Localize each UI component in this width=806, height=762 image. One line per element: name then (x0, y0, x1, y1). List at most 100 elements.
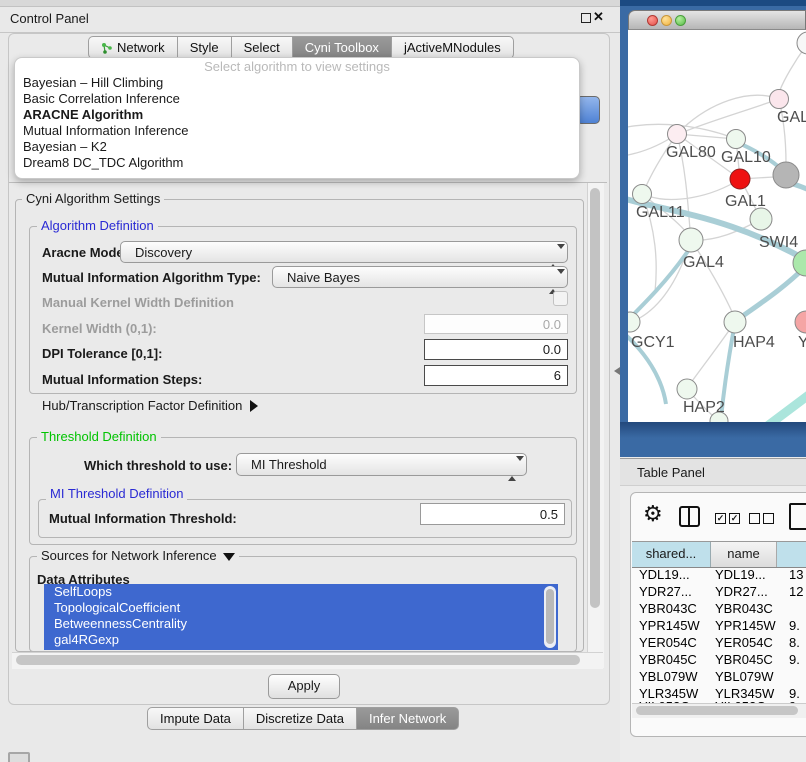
table-row[interactable]: YBL079WYBL079W (632, 668, 806, 685)
tab-infer-network[interactable]: Infer Network (356, 707, 459, 730)
tab-cyni-toolbox[interactable]: Cyni Toolbox (292, 36, 392, 59)
network-graph: GAL GAL80 GAL10 GAL1 GAL11 GAL4 SWI4 GCY… (628, 30, 806, 422)
settings-vscroll-thumb[interactable] (590, 188, 600, 608)
kernel-width-field[interactable]: 0.0 (424, 314, 568, 334)
data-attributes-list[interactable]: SelfLoops TopologicalCoefficient Between… (44, 584, 558, 650)
algorithm-option[interactable]: Bayesian – Hill Climbing (15, 75, 579, 91)
tab-impute-data[interactable]: Impute Data (147, 707, 244, 730)
screen: Control Panel ✕ Network Style Select Cyn… (0, 0, 806, 762)
close-traffic-light[interactable] (647, 15, 658, 26)
unchecked-columns-icon[interactable] (749, 513, 774, 524)
node-gal-partial[interactable] (770, 90, 789, 109)
node-hap4[interactable] (724, 311, 746, 333)
float-panel-icon[interactable] (581, 13, 591, 23)
table-panel-title: Table Panel (620, 458, 806, 486)
tab-discretize-data[interactable]: Discretize Data (243, 707, 357, 730)
node-gal1[interactable] (730, 169, 750, 189)
column-header-name[interactable]: name (711, 542, 777, 567)
column-header-shared-name[interactable]: shared... (632, 542, 711, 567)
panel-divider (9, 182, 607, 183)
node-top-right-partial[interactable] (797, 32, 806, 54)
algorithm-option[interactable]: Dream8 DC_TDC Algorithm (15, 155, 579, 171)
column-header-partial[interactable] (777, 542, 806, 567)
control-panel-titlebar: Control Panel (0, 7, 620, 33)
dpi-tolerance-label: DPI Tolerance [0,1]: (42, 346, 162, 361)
zoom-traffic-light[interactable] (675, 15, 686, 26)
mi-steps-field[interactable]: 6 (424, 365, 568, 386)
algorithm-placeholder: Select algorithm to view settings (15, 58, 579, 75)
stepper-icon (549, 271, 558, 293)
table-hscroll-thumb[interactable] (636, 706, 798, 715)
apply-button[interactable]: Apply (268, 674, 340, 699)
split-pane-icon[interactable] (679, 506, 700, 527)
node-gray[interactable] (773, 162, 799, 188)
gear-icon[interactable]: ⚙ (643, 501, 663, 527)
checked-columns-icon[interactable]: ✓✓ (715, 513, 740, 524)
table-row[interactable]: YER054CYER054C8. (632, 634, 806, 651)
tab-style[interactable]: Style (177, 36, 232, 59)
network-canvas[interactable]: GAL GAL80 GAL10 GAL1 GAL11 GAL4 SWI4 GCY… (628, 30, 806, 422)
collapsed-panel-icon[interactable] (8, 752, 30, 762)
attribute-item[interactable]: gal4RGexp (44, 632, 558, 648)
settings-hscroll-thumb[interactable] (16, 655, 580, 665)
network-edge-cyan (766, 382, 806, 422)
table-hscrollbar[interactable] (632, 703, 806, 718)
node-pink-right[interactable] (795, 311, 806, 333)
sources-toggle[interactable]: Sources for Network Inference (37, 549, 239, 563)
attribute-list-scroll-thumb[interactable] (546, 589, 554, 644)
network-window-titlebar[interactable] (628, 10, 806, 30)
table-row[interactable]: YBR045CYBR045C9. (632, 651, 806, 668)
table-row[interactable]: YPR145WYPR145W9. (632, 617, 806, 634)
mi-threshold-definition-title: MI Threshold Definition (46, 487, 187, 501)
control-panel-tabs: Network Style Select Cyni Toolbox jActiv… (88, 36, 514, 59)
node-hap2[interactable] (677, 379, 697, 399)
algorithm-option[interactable]: Mutual Information Inference (15, 123, 579, 139)
node-label: HAP4 (733, 334, 775, 351)
document-icon[interactable] (789, 503, 806, 530)
stepper-icon (549, 246, 558, 268)
algorithm-option-aracne[interactable]: ARACNE Algorithm (15, 107, 579, 123)
node-gal80[interactable] (668, 125, 687, 144)
algorithm-definition-title: Algorithm Definition (37, 219, 158, 233)
manual-kernel-width-checkbox[interactable] (553, 291, 568, 306)
close-icon[interactable]: ✕ (593, 9, 604, 25)
expand-arrow-icon[interactable] (250, 400, 258, 412)
network-icon (101, 42, 113, 54)
node-gcy1[interactable] (628, 312, 640, 332)
table-row[interactable]: YDR27...YDR27...12 (632, 583, 806, 600)
collapse-arrow-icon[interactable] (223, 553, 235, 561)
node-gal10[interactable] (727, 130, 746, 149)
node-label: GAL10 (721, 149, 771, 166)
attribute-item[interactable]: TopologicalCoefficient (44, 600, 558, 616)
aracne-mode-select[interactable]: Discovery (120, 241, 568, 263)
algorithm-dropdown-popup: Select algorithm to view settings Bayesi… (14, 57, 580, 179)
mi-threshold-field[interactable]: 0.5 (420, 503, 565, 525)
tab-jactivemnodules[interactable]: jActiveMNodules (391, 36, 514, 59)
attribute-item[interactable]: SelfLoops (44, 584, 558, 600)
network-nodes[interactable] (628, 32, 806, 422)
algorithm-option[interactable]: Bayesian – K2 (15, 139, 579, 155)
threshold-definition-title: Threshold Definition (37, 430, 161, 444)
mi-steps-label: Mutual Information Steps: (42, 372, 202, 387)
table-row[interactable]: YDL19...YDL19...13 (632, 566, 806, 583)
node-gal11[interactable] (633, 185, 652, 204)
kernel-width-label: Kernel Width (0,1): (42, 321, 157, 336)
aracne-mode-label: Aracne Mode: (42, 245, 128, 260)
window-shadow (620, 422, 806, 438)
table-panel-container: ⚙ ✓✓ shared... name YDL19...YDL19...13 Y… (630, 492, 806, 737)
which-threshold-select[interactable]: MI Threshold (236, 453, 527, 476)
attribute-item[interactable]: BetweennessCentrality (44, 616, 558, 632)
table-row[interactable]: YBR043CYBR043C (632, 600, 806, 617)
hub-definition-toggle[interactable]: Hub/Transcription Factor Definition (42, 398, 258, 413)
control-panel-title: Control Panel (10, 11, 89, 26)
mi-algorithm-type-select[interactable]: Naive Bayes (272, 266, 568, 288)
tab-select[interactable]: Select (231, 36, 293, 59)
node-label: GAL1 (725, 193, 766, 210)
node-swi4[interactable] (750, 208, 772, 230)
tab-network[interactable]: Network (88, 36, 178, 59)
algorithm-option[interactable]: Basic Correlation Inference (15, 91, 579, 107)
minimize-traffic-light[interactable] (661, 15, 672, 26)
dpi-tolerance-field[interactable]: 0.0 (424, 339, 568, 360)
node-gal4[interactable] (679, 228, 703, 252)
network-window[interactable]: GAL GAL80 GAL10 GAL1 GAL11 GAL4 SWI4 GCY… (628, 10, 806, 422)
